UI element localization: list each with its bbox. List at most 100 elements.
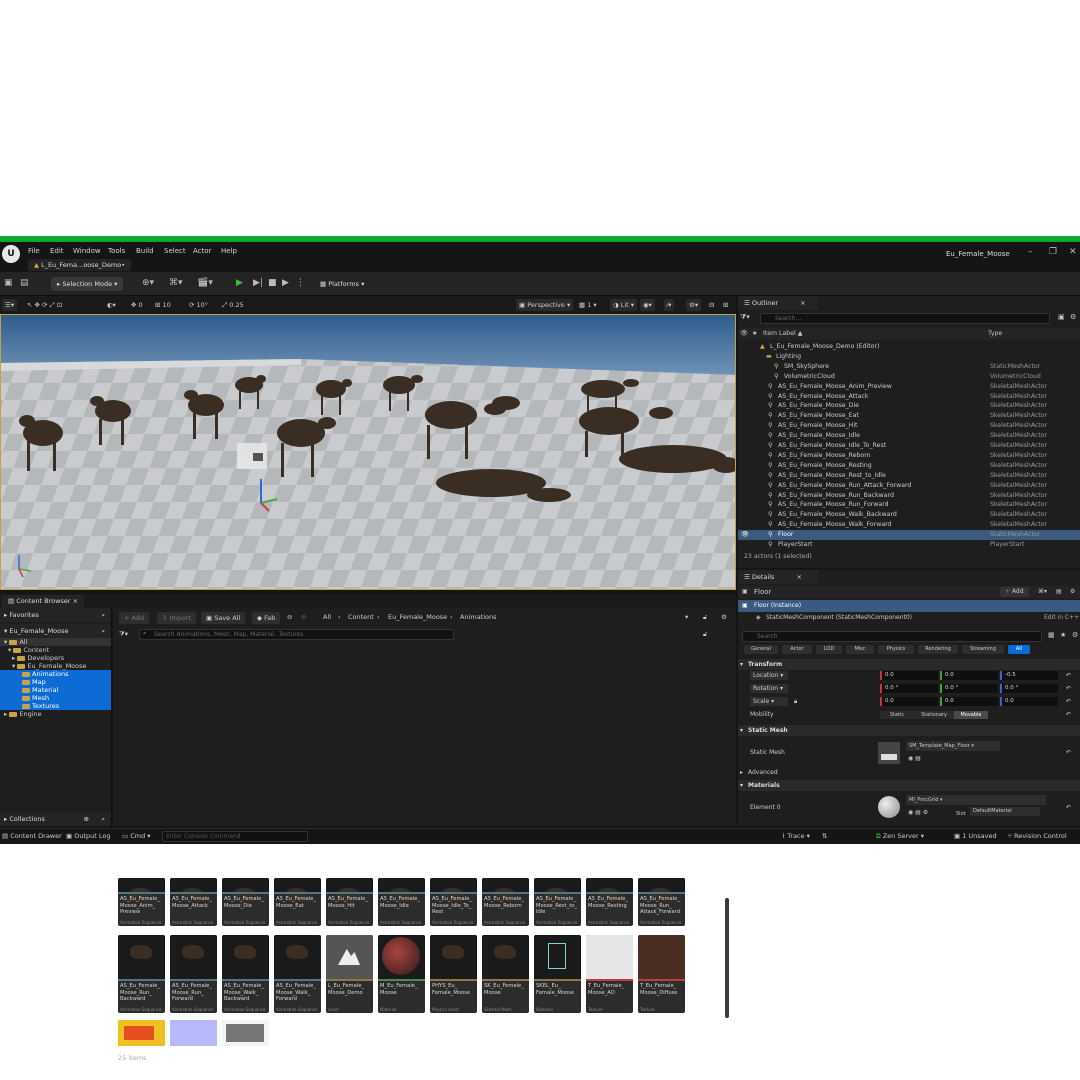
texture-thumb-2[interactable] [170, 1020, 217, 1046]
lit-dropdown[interactable]: ◑ Lit ▾ [610, 299, 638, 311]
level-tab[interactable]: ▲ L_Eu_Fema...oose_Demo• [28, 259, 132, 271]
asset-scrollbar[interactable] [725, 898, 729, 1018]
outliner-row[interactable]: ⚲ AS_Eu_Female_Moose_Idle SkeletalMeshActo… [738, 431, 1080, 441]
add-collection-icon[interactable]: ⊕ [84, 812, 89, 826]
content-drawer-button[interactable]: ▤ Content Drawer [2, 832, 62, 840]
stop-icon[interactable]: ■ [268, 278, 277, 288]
tree-mesh[interactable]: Mesh [0, 694, 111, 702]
favorite-star-icon[interactable]: ★ [1060, 631, 1066, 639]
transform-tools[interactable]: ↖ ✥ ⟳ ⤢ ⊡ [24, 299, 65, 311]
cinematics-icon[interactable]: 🎬︎▾ [197, 278, 213, 288]
save-icon[interactable]: ▣ [4, 278, 13, 288]
filter-tab-actor[interactable]: Actor [782, 645, 812, 654]
location-x[interactable]: 0.0 [880, 671, 938, 680]
tree-all[interactable]: ▾ All [0, 638, 111, 646]
advanced-row[interactable]: ▸ Advanced [738, 768, 1080, 778]
outliner-row[interactable]: ⚲ AS_Eu_Female_Moose_Walk_Forward Skeletal… [738, 520, 1080, 530]
tree-material[interactable]: Material [0, 686, 111, 694]
mobility-stationary[interactable]: Stationary [914, 711, 954, 719]
details-settings-icon[interactable]: ⚙ [1070, 586, 1075, 598]
filter-tab-all[interactable]: All [1008, 645, 1030, 654]
project-search-icon[interactable]: ⌕ [101, 624, 105, 638]
filter-tab-physics[interactable]: Physics [878, 645, 914, 654]
material-thumbnail[interactable] [878, 796, 900, 818]
static-mesh-dropdown[interactable]: SM_Template_Map_Floor ▾ [906, 741, 1000, 751]
fov-dropdown[interactable]: ▦ 1 ▾ [576, 299, 600, 311]
cmd-dropdown[interactable]: ▭ Cmd ▾ [122, 832, 151, 840]
outliner-row[interactable]: ⚲ AS_Eu_Female_Moose_Attack SkeletalMeshAc… [738, 392, 1080, 402]
asset-tile[interactable]: AS_Eu_Female_ Moose_Run_ Forward Animatio… [170, 935, 217, 1013]
asset-tile[interactable]: AS_Eu_Female_ Moose_Walk_ Backward Animat… [222, 935, 269, 1013]
scale-z[interactable]: 0.0 [1000, 697, 1058, 706]
outliner-add-icon[interactable]: ▣ [1058, 313, 1065, 321]
viewport-menu-icon[interactable]: ☰▾ [2, 299, 18, 311]
col-type[interactable]: Type [988, 328, 1002, 340]
collections-header[interactable]: ▸ Collections ⊕ ⌕ [0, 812, 111, 826]
tree-engine[interactable]: ▸ Engine [0, 710, 111, 718]
outliner-row[interactable]: ⚲ AS_Eu_Female_Moose_Eat SkeletalMeshActor [738, 411, 1080, 421]
zen-server-button[interactable]: ⧉ Zen Server ▾ [876, 832, 924, 841]
favorites-header[interactable]: ▸ Favorites ⌕ [0, 608, 111, 622]
asset-tile[interactable]: SKEL_Eu_ Female_Moose Skeleton [534, 935, 581, 1013]
trace-button[interactable]: ⌇ Trace ▾ [782, 832, 810, 840]
transform-section[interactable]: ▾ Transform [738, 659, 1080, 670]
menu-edit[interactable]: Edit [50, 247, 64, 255]
rotation-x[interactable]: 0.0 ° [880, 684, 938, 693]
slot-value[interactable]: DefaultMaterial [970, 807, 1040, 816]
asset-tile[interactable]: L_Eu_Female_ Moose_Demo Level [326, 935, 373, 1013]
component-row[interactable]: ◈ StaticMeshComponent (StaticMeshComponen… [738, 612, 1080, 624]
play-options-icon[interactable]: ⋮ [296, 278, 305, 288]
unsaved-button[interactable]: ▣ 1 Unsaved [954, 832, 997, 840]
mesh-thumbnail[interactable] [878, 742, 900, 764]
outliner-row[interactable]: ⚲ AS_Eu_Female_Moose_Reborn SkeletalMeshAc… [738, 451, 1080, 461]
outliner-row[interactable]: ⚲ VolumetricCloud VolumetricCloud [738, 372, 1080, 382]
reset-icon[interactable]: ↶ [1066, 802, 1071, 814]
reset-icon[interactable]: ↶ [1066, 696, 1071, 708]
reset-icon[interactable]: ↶ [1066, 670, 1071, 682]
close-tab-icon[interactable]: × [800, 299, 805, 307]
material-browse-icon[interactable]: ◉ ▤ ⚙ [908, 807, 928, 819]
asset-tile[interactable]: AS_Eu_Female_ Moose_Eat Animation Sequenc… [274, 878, 321, 926]
tree-eu-female-moose[interactable]: ▾ Eu_Female_Moose [0, 662, 111, 670]
outliner-row[interactable]: ⚲ AS_Eu_Female_Moose_Rest_to_Idle Skeletal… [738, 471, 1080, 481]
static-mesh-section[interactable]: ▾ Static Mesh [738, 725, 1080, 736]
add-actor-icon[interactable]: ⊕▾ [142, 278, 154, 288]
more-icon[interactable]: ▤ [1056, 586, 1062, 598]
output-log-button[interactable]: ▣ Output Log [66, 832, 110, 840]
texture-thumb-3[interactable] [222, 1020, 269, 1046]
close-tab-icon[interactable]: × [797, 573, 802, 581]
selection-mode-button[interactable]: ▸ Selection Mode ▾ [51, 277, 124, 291]
history-forward-icon[interactable]: ⊖ [301, 613, 306, 621]
asset-tile[interactable]: AS_Eu_Female_ Moose_Reborn Animation Sequ… [482, 878, 529, 926]
blueprint-icon[interactable]: ⌘▾ [169, 278, 183, 288]
show-icon[interactable]: ◉▾ [640, 299, 655, 311]
import-button[interactable]: ⇩ Import [157, 612, 197, 624]
revision-control-button[interactable]: ⑂ Revision Control [1008, 832, 1067, 840]
browse-asset-icon[interactable]: ◉ ▤ [908, 753, 921, 765]
menu-file[interactable]: File [28, 247, 40, 255]
tree-content[interactable]: ▾ Content [0, 646, 111, 654]
outliner-row[interactable]: ▬ Lighting [738, 352, 1080, 362]
menu-window[interactable]: Window [73, 247, 101, 255]
materials-section[interactable]: ▾ Materials [738, 780, 1080, 791]
tree-developers[interactable]: ▸ Developers [0, 654, 111, 662]
add-button[interactable]: + Add [119, 612, 150, 624]
filter-tab-streaming[interactable]: Streaming [962, 645, 1004, 654]
asset-tile[interactable]: AS_Eu_Female_ Moose_Hit Animation Sequenc… [326, 878, 373, 926]
tree-textures[interactable]: Textures [0, 702, 111, 710]
filter-tab-general[interactable]: General [744, 645, 778, 654]
outliner-row[interactable]: ⚲ SM_SkySphere StaticMeshActor [738, 362, 1080, 372]
location-z[interactable]: -0.5 [1000, 671, 1058, 680]
details-options-icon[interactable]: ⚙ [1072, 631, 1078, 639]
breadcrumb-content[interactable]: Content [348, 613, 374, 621]
scale-dropdown[interactable]: Scale ▾ [750, 697, 788, 706]
mobility-movable[interactable]: Movable [954, 711, 988, 719]
platforms-button[interactable]: ▦ Platforms ▾ [314, 277, 370, 291]
outliner-row[interactable]: ⚲ AS_Eu_Female_Moose_Idle_To_Rest Skeletal… [738, 441, 1080, 451]
visibility-icon[interactable]: 👁︎ [741, 530, 749, 540]
rotation-y[interactable]: 0.0 ° [940, 684, 998, 693]
asset-tile[interactable]: SK_Eu_Female_ Moose Skeletal Mesh [482, 935, 529, 1013]
outliner-row[interactable]: ⚲ PlayerStart PlayerStart [738, 540, 1080, 550]
visibility-icon[interactable]: 👁︎ [740, 328, 748, 340]
collections-search-icon[interactable]: ⌕ [101, 812, 105, 826]
